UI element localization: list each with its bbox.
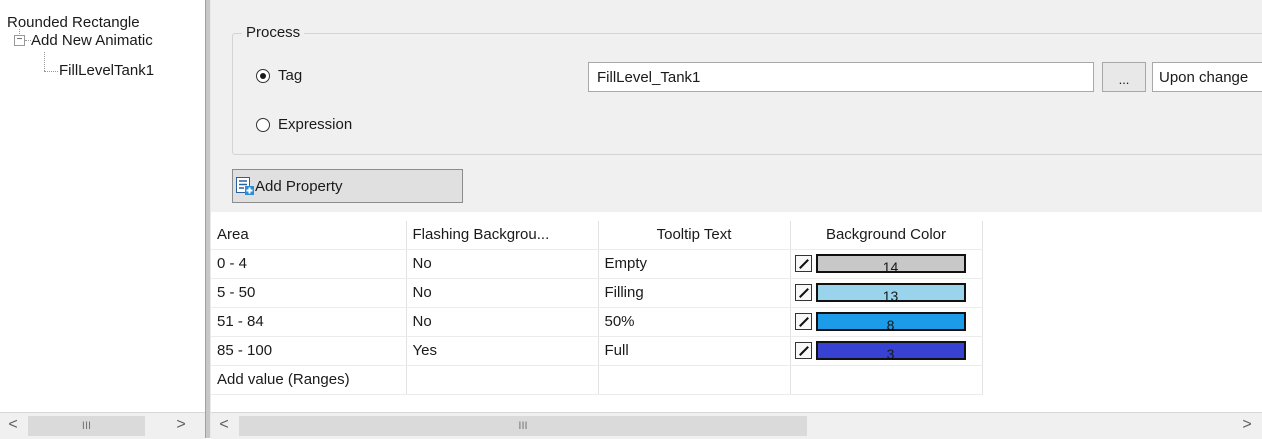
add-property-label: Add Property — [255, 178, 343, 195]
tooltip-cell[interactable]: Empty — [598, 249, 791, 279]
column-header-area[interactable]: Area — [211, 221, 407, 250]
area-cell[interactable]: 51 - 84 — [211, 307, 407, 337]
color-picker-icon[interactable] — [794, 255, 812, 272]
flashing-cell[interactable]: No — [406, 249, 599, 279]
properties-table: Area Flashing Backgrou... Tooltip Text B… — [211, 221, 983, 395]
process-groupbox — [232, 33, 1262, 155]
radio-unselected-icon[interactable] — [256, 118, 270, 132]
tooltip-cell[interactable]: 50% — [598, 307, 791, 337]
tree-connector — [44, 71, 58, 72]
empty-cell[interactable] — [598, 365, 791, 395]
tag-radio-label[interactable]: Tag — [278, 67, 302, 84]
scrollbar-thumb[interactable]: III — [28, 416, 145, 436]
tooltip-cell[interactable]: Filling — [598, 278, 791, 308]
scrollbar-thumb[interactable]: III — [239, 416, 807, 436]
color-swatch[interactable]: 14 — [815, 254, 966, 273]
grid-horizontal-scrollbar[interactable]: < III > — [211, 412, 1262, 439]
expression-radio-label[interactable]: Expression — [278, 116, 352, 133]
radio-selected-icon[interactable] — [256, 69, 270, 83]
color-picker-icon[interactable] — [794, 284, 812, 301]
flashing-cell[interactable]: No — [406, 307, 599, 337]
process-group-title: Process — [242, 24, 305, 41]
color-swatch[interactable]: 13 — [815, 283, 966, 302]
scroll-left-arrow-icon[interactable]: < — [0, 413, 26, 439]
tooltip-cell[interactable]: Full — [598, 336, 791, 366]
color-picker-icon[interactable] — [794, 313, 812, 330]
trigger-dropdown[interactable]: Upon change — [1152, 62, 1262, 92]
color-picker-icon[interactable] — [794, 342, 812, 359]
tree-child-item[interactable]: Add New Animatic — [31, 32, 153, 49]
column-header-background-color[interactable]: Background Color — [790, 221, 983, 250]
tag-input[interactable]: FillLevel_Tank1 — [588, 62, 1094, 92]
add-property-icon — [236, 177, 254, 195]
color-cell[interactable]: 13 — [790, 278, 983, 308]
empty-cell[interactable] — [790, 365, 983, 395]
scroll-right-arrow-icon[interactable]: > — [1234, 413, 1260, 439]
color-cell[interactable]: 3 — [790, 336, 983, 366]
color-swatch[interactable]: 8 — [815, 312, 966, 331]
add-value-cell[interactable]: Add value (Ranges) — [211, 365, 407, 395]
expression-radio[interactable] — [256, 118, 270, 132]
browse-tag-button[interactable]: ... — [1102, 62, 1146, 92]
add-property-button[interactable]: Add Property — [232, 169, 463, 203]
color-cell[interactable]: 14 — [790, 249, 983, 279]
tag-radio[interactable] — [256, 69, 270, 83]
tree-connector — [19, 29, 20, 34]
tree-horizontal-scrollbar[interactable]: < III > — [0, 412, 205, 439]
table-header-row: Area Flashing Backgrou... Tooltip Text B… — [211, 221, 983, 250]
table-row[interactable]: 51 - 84 No 50% 8 — [211, 307, 983, 337]
table-row[interactable]: 5 - 50 No Filling 13 — [211, 278, 983, 308]
area-cell[interactable]: 0 - 4 — [211, 249, 407, 279]
tree-leaf-item[interactable]: FillLevelTank1 — [59, 62, 154, 79]
scroll-right-arrow-icon[interactable]: > — [168, 413, 194, 439]
table-row[interactable]: 85 - 100 Yes Full 3 — [211, 336, 983, 366]
column-header-tooltip[interactable]: Tooltip Text — [598, 221, 791, 250]
color-swatch[interactable]: 3 — [815, 341, 966, 360]
area-cell[interactable]: 85 - 100 — [211, 336, 407, 366]
flashing-cell[interactable]: No — [406, 278, 599, 308]
scroll-left-arrow-icon[interactable]: < — [211, 413, 237, 439]
tree-connector — [44, 52, 45, 71]
area-cell[interactable]: 5 - 50 — [211, 278, 407, 308]
table-row-add[interactable]: Add value (Ranges) — [211, 365, 983, 395]
column-header-flashing[interactable]: Flashing Backgrou... — [406, 221, 599, 250]
collapse-icon[interactable]: − — [14, 35, 25, 46]
color-cell[interactable]: 8 — [790, 307, 983, 337]
flashing-cell[interactable]: Yes — [406, 336, 599, 366]
animation-tree-panel: Rounded Rectangle − Add New Animatic Fil… — [0, 0, 206, 412]
empty-cell[interactable] — [406, 365, 599, 395]
tree-root-item[interactable]: Rounded Rectangle — [7, 14, 140, 31]
table-row[interactable]: 0 - 4 No Empty 14 — [211, 249, 983, 279]
